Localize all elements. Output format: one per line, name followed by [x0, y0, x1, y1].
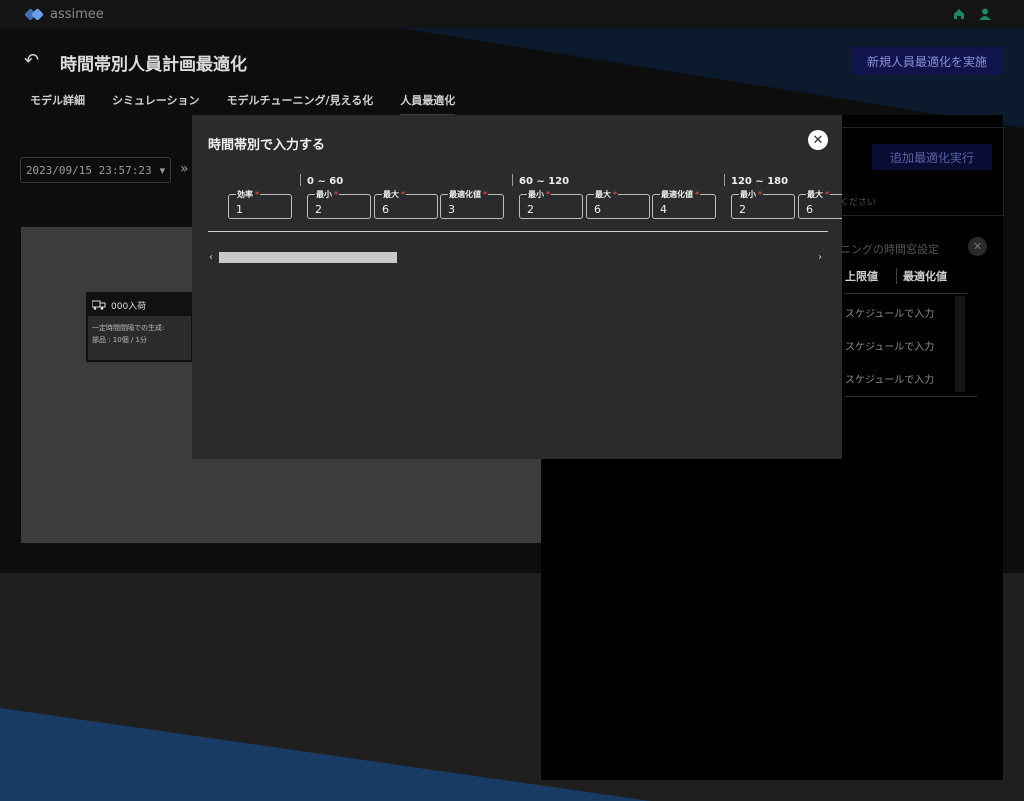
close-button[interactable]: ✕ — [808, 130, 828, 150]
logo-text: assimee — [50, 7, 104, 22]
tab-simulation[interactable]: シミュレーション — [112, 92, 200, 116]
column-header-upper: 上限値 — [845, 270, 878, 283]
field-value: 6 — [382, 203, 389, 216]
hint-text: ください — [840, 198, 877, 208]
chevron-right-icon[interactable]: › — [818, 252, 822, 263]
field-label: 最大 — [383, 190, 399, 199]
flow-node[interactable]: 000入荷 一定時間間隔での生成: 部品 : 10個 / 1分 — [86, 292, 193, 362]
slot-divider — [724, 174, 725, 186]
home-icon[interactable] — [952, 7, 966, 21]
horizontal-scrollbar[interactable] — [219, 252, 397, 263]
schedule-input-link[interactable]: スケジュールで入力 — [845, 371, 934, 386]
table-header: 上限値 最適化値 — [845, 268, 947, 284]
efficiency-field[interactable]: 効率 * 1 — [228, 189, 292, 219]
schedule-input-link[interactable]: スケジュールで入力 — [845, 305, 934, 320]
optimized-field[interactable]: 最適化値 * 4 — [652, 189, 716, 219]
date-select[interactable]: 2023/09/15 23:57:23 ▾ — [20, 157, 171, 183]
back-icon[interactable]: ↶ — [24, 50, 39, 71]
scrollbar[interactable] — [955, 296, 965, 392]
schedule-input-link[interactable]: スケジュールで入力 — [845, 338, 934, 353]
time-slot-label: 0 ~ 60 — [307, 176, 344, 187]
divider — [845, 293, 967, 294]
logo[interactable]: assimee — [24, 7, 104, 22]
field-label: 最大 — [595, 190, 611, 199]
flow-node-text: 一定時間間隔での生成: — [92, 324, 165, 332]
field-label: 効率 — [237, 190, 253, 199]
field-value: 6 — [806, 203, 813, 216]
field-label: 最小 — [740, 190, 756, 199]
date-select-value: 2023/09/15 23:57:23 — [25, 163, 152, 177]
field-value: 3 — [448, 203, 455, 216]
chevron-down-icon: ▾ — [159, 163, 166, 177]
time-slot-input-modal: 時間帯別で入力する ✕ 0 ~ 60 60 ~ 120 120 ~ 180 効率… — [192, 115, 842, 459]
flow-node-text: 部品 : 10個 / 1分 — [92, 336, 147, 344]
max-field[interactable]: 最大 * 6 — [374, 189, 438, 219]
field-value: 6 — [594, 203, 601, 216]
field-value: 2 — [739, 203, 746, 216]
time-slot-label: 60 ~ 120 — [519, 176, 570, 187]
field-value: 2 — [527, 203, 534, 216]
additional-optimization-button[interactable]: 追加最適化実行 — [872, 144, 992, 170]
time-slot-label: 120 ~ 180 — [731, 176, 789, 187]
flow-node-title: 000入荷 — [111, 301, 147, 312]
logo-icon — [24, 7, 44, 22]
truck-icon — [92, 300, 106, 310]
field-value: 2 — [315, 203, 322, 216]
tab-model-detail[interactable]: モデル詳細 — [30, 92, 85, 116]
tab-staff-optimization[interactable]: 人員最適化 — [400, 92, 456, 116]
field-label: 最小 — [528, 190, 544, 199]
close-icon[interactable]: ✕ — [968, 237, 987, 256]
user-icon[interactable] — [978, 7, 992, 21]
slot-divider — [512, 174, 513, 186]
field-label: 最適化値 — [449, 190, 481, 199]
divider — [208, 231, 828, 232]
field-label: 最大 — [807, 190, 823, 199]
field-label: 最適化値 — [661, 190, 693, 199]
field-label: 最小 — [316, 190, 332, 199]
max-field[interactable]: 最大 * 6 — [586, 189, 650, 219]
divider — [845, 396, 977, 397]
page-title: 時間帯別人員計画最適化 — [60, 55, 247, 75]
field-value: 1 — [236, 203, 243, 216]
tab-bar: モデル詳細 シミュレーション モデルチューニング/見える化 人員最適化 — [30, 92, 456, 116]
min-field[interactable]: 最小 * 2 — [731, 189, 795, 219]
min-field[interactable]: 最小 * 2 — [519, 189, 583, 219]
min-field[interactable]: 最小 * 2 — [307, 189, 371, 219]
field-value: 4 — [660, 203, 667, 216]
top-bar — [0, 0, 1024, 28]
column-header-optimized: 最適化値 — [896, 268, 947, 284]
new-optimization-button[interactable]: 新規人員最適化を実施 — [851, 47, 1003, 75]
tab-model-tuning[interactable]: モデルチューニング/見える化 — [227, 92, 374, 116]
modal-title: 時間帯別で入力する — [208, 138, 326, 153]
max-field[interactable]: 最大 * 6 — [798, 189, 842, 219]
double-chevron-icon[interactable]: » — [180, 161, 189, 177]
optimized-field[interactable]: 最適化値 * 3 — [440, 189, 504, 219]
slot-divider — [300, 174, 301, 186]
chevron-left-icon[interactable]: ‹ — [209, 252, 213, 263]
